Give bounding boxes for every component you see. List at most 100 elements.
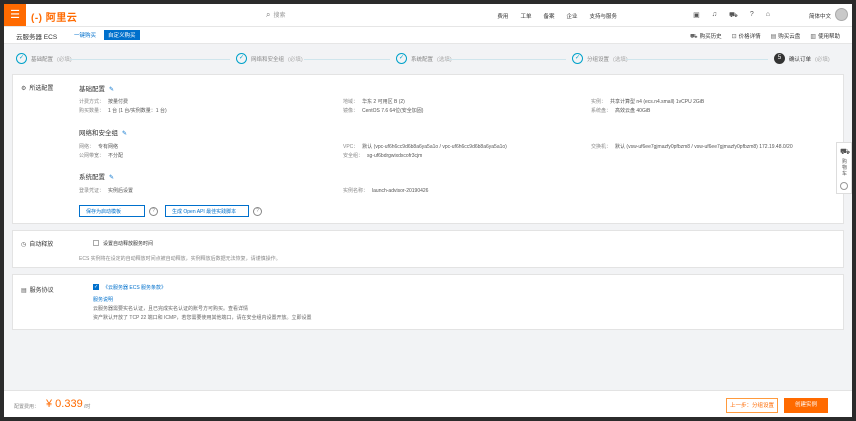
help-icon[interactable]: ?	[149, 207, 158, 216]
kv-value: 不分配	[108, 153, 124, 159]
kv-value: 专有网络	[98, 144, 119, 150]
step-connector	[626, 59, 768, 60]
avatar[interactable]	[835, 8, 848, 21]
kv-value: 按量付费	[108, 99, 129, 105]
auto-release-checkbox[interactable]	[93, 240, 99, 246]
help-icon[interactable]: ?	[253, 207, 262, 216]
section-network: 网络和安全组 ✎	[79, 127, 127, 137]
kv-key: VPC：	[343, 144, 359, 150]
kv-key: 实例名称：	[343, 188, 369, 194]
tab-custom-buy[interactable]: 自定义购买	[104, 30, 140, 40]
step-label: 分组设置	[587, 56, 610, 63]
fee-label: 配置费用：	[14, 404, 40, 410]
section-heading: 网络和安全组	[79, 130, 118, 137]
check-icon: ✓	[16, 53, 27, 64]
service-desc-link[interactable]: 服务说明	[93, 296, 113, 303]
section-system: 系统配置 ✎	[79, 171, 114, 181]
side-cart-widget[interactable]: ⛟ 购物车	[836, 142, 852, 194]
purchase-history-label: 购买历史	[699, 34, 722, 40]
cart-icon[interactable]: ⛟	[729, 11, 738, 20]
save-template-button[interactable]: 保存为启动模板	[79, 205, 145, 217]
product-header: 云服务器 ECS 一键购买 自定义购买 ⛟ 购买历史 ⊡ 价格详情 ▤ 购买云盘 ▥ 使…	[4, 27, 852, 44]
panel-title-text: 服务协议	[29, 288, 54, 294]
step-network[interactable]: ✓ 网络和安全组 (必填)	[236, 53, 303, 64]
edit-icon[interactable]: ✎	[109, 175, 114, 181]
kv-value: sg-uf6bdrgwixdxcofr3cjm	[367, 153, 423, 159]
kv-value: 华东 2 可用区 B (2)	[362, 99, 405, 105]
disk-icon: ▤	[770, 34, 777, 40]
tos-link[interactable]: 《云服务器 ECS 服务条款》	[103, 284, 166, 291]
gear-icon: ⚙	[21, 86, 27, 92]
login-row: 登录凭证： 实例后设置	[79, 187, 133, 194]
aliyun-logo[interactable]: (-) 阿里云	[31, 9, 77, 24]
doc-icon: ▥	[810, 34, 816, 40]
step-connector	[70, 59, 230, 60]
kv-key: 购买数量：	[79, 108, 105, 114]
step-basic[interactable]: ✓ 基础配置 (必填)	[16, 53, 72, 64]
check-icon: ✓	[572, 53, 583, 64]
order-footer: 配置费用： ¥ 0.339 /时 上一步：分组设置 创建实例	[4, 390, 852, 417]
kv-key: 网络：	[79, 144, 95, 150]
fee-price: ¥ 0.339	[46, 398, 83, 410]
selected-config-panel: ⚙ 所选配置 基础配置 ✎ 计费方式： 按量付费 购买数量： 1 台 (1 台/实例数量…	[12, 74, 844, 224]
top-navbar: ☰ (-) 阿里云 ⌕ 搜索 费用 工单 备案 企业 支持与服务 ▣ ♫ ⛟ ? …	[4, 4, 852, 27]
search-box[interactable]: ⌕ 搜索	[266, 10, 286, 20]
nav-enterprise[interactable]: 企业	[566, 12, 577, 20]
step-system[interactable]: ✓ 系统配置 (选填)	[396, 53, 452, 64]
kv-key: 系统盘：	[591, 108, 612, 114]
step-confirm[interactable]: 5 确认订单 (必填)	[774, 53, 830, 64]
buy-disk-label: 购买云盘	[778, 34, 801, 40]
nav-support[interactable]: 支持与服务	[589, 12, 617, 20]
instance-row: 实例： 共享计算型 n4 (ecs.n4.small) 1vCPU 2GiB	[591, 98, 704, 105]
help-link[interactable]: ▥ 使用帮助	[810, 32, 840, 41]
prev-step-button[interactable]: 上一步：分组设置	[726, 398, 778, 413]
tos-line-1: 云服务器需要实名认证，且已完成实名认证的账号方可购买。查看详情	[93, 306, 249, 312]
edit-icon[interactable]: ✎	[109, 87, 114, 93]
billing-row: 计费方式： 按量付费	[79, 98, 128, 105]
nav-fee[interactable]: 费用	[497, 12, 508, 20]
cart-label: 购物车	[842, 159, 848, 177]
tab-quick-buy[interactable]: 一键购买	[70, 30, 100, 40]
help-label: 使用帮助	[817, 34, 840, 40]
kv-key: 安全组：	[343, 153, 364, 159]
collapse-icon[interactable]	[840, 182, 848, 190]
nav-filing[interactable]: 备案	[543, 12, 554, 20]
region-row: 地域： 华东 2 可用区 B (2)	[343, 98, 405, 105]
kv-value: 默认 (vsw-uf6ee7gjmazfy0pfbzm8 / vsw-uf6ee…	[615, 144, 793, 150]
nav-ticket[interactable]: 工单	[520, 12, 531, 20]
hamburger-icon[interactable]: ☰	[4, 4, 26, 26]
price-icon: ⊡	[731, 34, 737, 40]
auto-release-panel: ◷ 自动释放 设置自动释放服务时间 ECS 实例将在设定的自动释放时间点被自动释放…	[12, 230, 844, 268]
doc-icon: ▤	[21, 288, 27, 294]
top-icon-group: ▣ ♫ ⛟ ? ⌂	[693, 11, 770, 20]
create-instance-button[interactable]: 创建实例	[784, 398, 828, 413]
tos-checkbox[interactable]: ✓	[93, 284, 99, 290]
open-api-button[interactable]: 生成 Open API 最佳实践脚本	[165, 205, 249, 217]
price-detail-link[interactable]: ⊡ 价格详情	[732, 32, 761, 41]
cart-icon: ⛟	[840, 147, 851, 156]
auto-release-label[interactable]: 设置自动释放服务时间	[103, 240, 153, 247]
bell-icon[interactable]: ♫	[712, 11, 717, 20]
home-icon[interactable]: ⌂	[766, 11, 770, 20]
vswitch-row: 交换机： 默认 (vsw-uf6ee7gjmazfy0pfbzm8 / vsw-u…	[591, 143, 793, 150]
step-group[interactable]: ✓ 分组设置 (选填)	[572, 53, 628, 64]
kv-key: 交换机：	[591, 144, 612, 150]
step-label: 系统配置	[411, 56, 434, 63]
terminal-icon[interactable]: ▣	[693, 11, 700, 20]
kv-key: 公网带宽：	[79, 153, 105, 159]
disk-row: 系统盘： 高效云盘 40GiB	[591, 107, 650, 114]
kv-value: 默认 (vpc-uf6h6cc9d6b8a6ya5a1o / vpc-uf6h6…	[362, 144, 507, 150]
help-icon[interactable]: ?	[750, 11, 754, 20]
panel-title-text: 自动释放	[29, 242, 54, 248]
buy-disk-link[interactable]: ▤ 购买云盘	[771, 32, 801, 41]
purchase-history-link[interactable]: ⛟ 购买历史	[690, 32, 722, 41]
vpc-row: VPC： 默认 (vpc-uf6h6cc9d6b8a6ya5a1o / vpc-u…	[343, 143, 507, 150]
clock-icon: ◷	[21, 242, 27, 248]
language-switch[interactable]: 简体中文	[809, 12, 831, 20]
panel-title: ◷ 自动释放	[21, 239, 53, 248]
service-agreement-panel: ▤ 服务协议 ✓ 《云服务器 ECS 服务条款》 服务说明 云服务器需要实名认证，…	[12, 274, 844, 330]
header-links: ⛟ 购买历史 ⊡ 价格详情 ▤ 购买云盘 ▥ 使用帮助	[690, 32, 840, 41]
edit-icon[interactable]: ✎	[122, 131, 127, 137]
fee-unit: /时	[84, 404, 91, 410]
auto-release-hint: ECS 实例将在设定的自动释放时间点被自动释放，实例释放后数据无法恢复，请谨慎操…	[79, 256, 281, 262]
